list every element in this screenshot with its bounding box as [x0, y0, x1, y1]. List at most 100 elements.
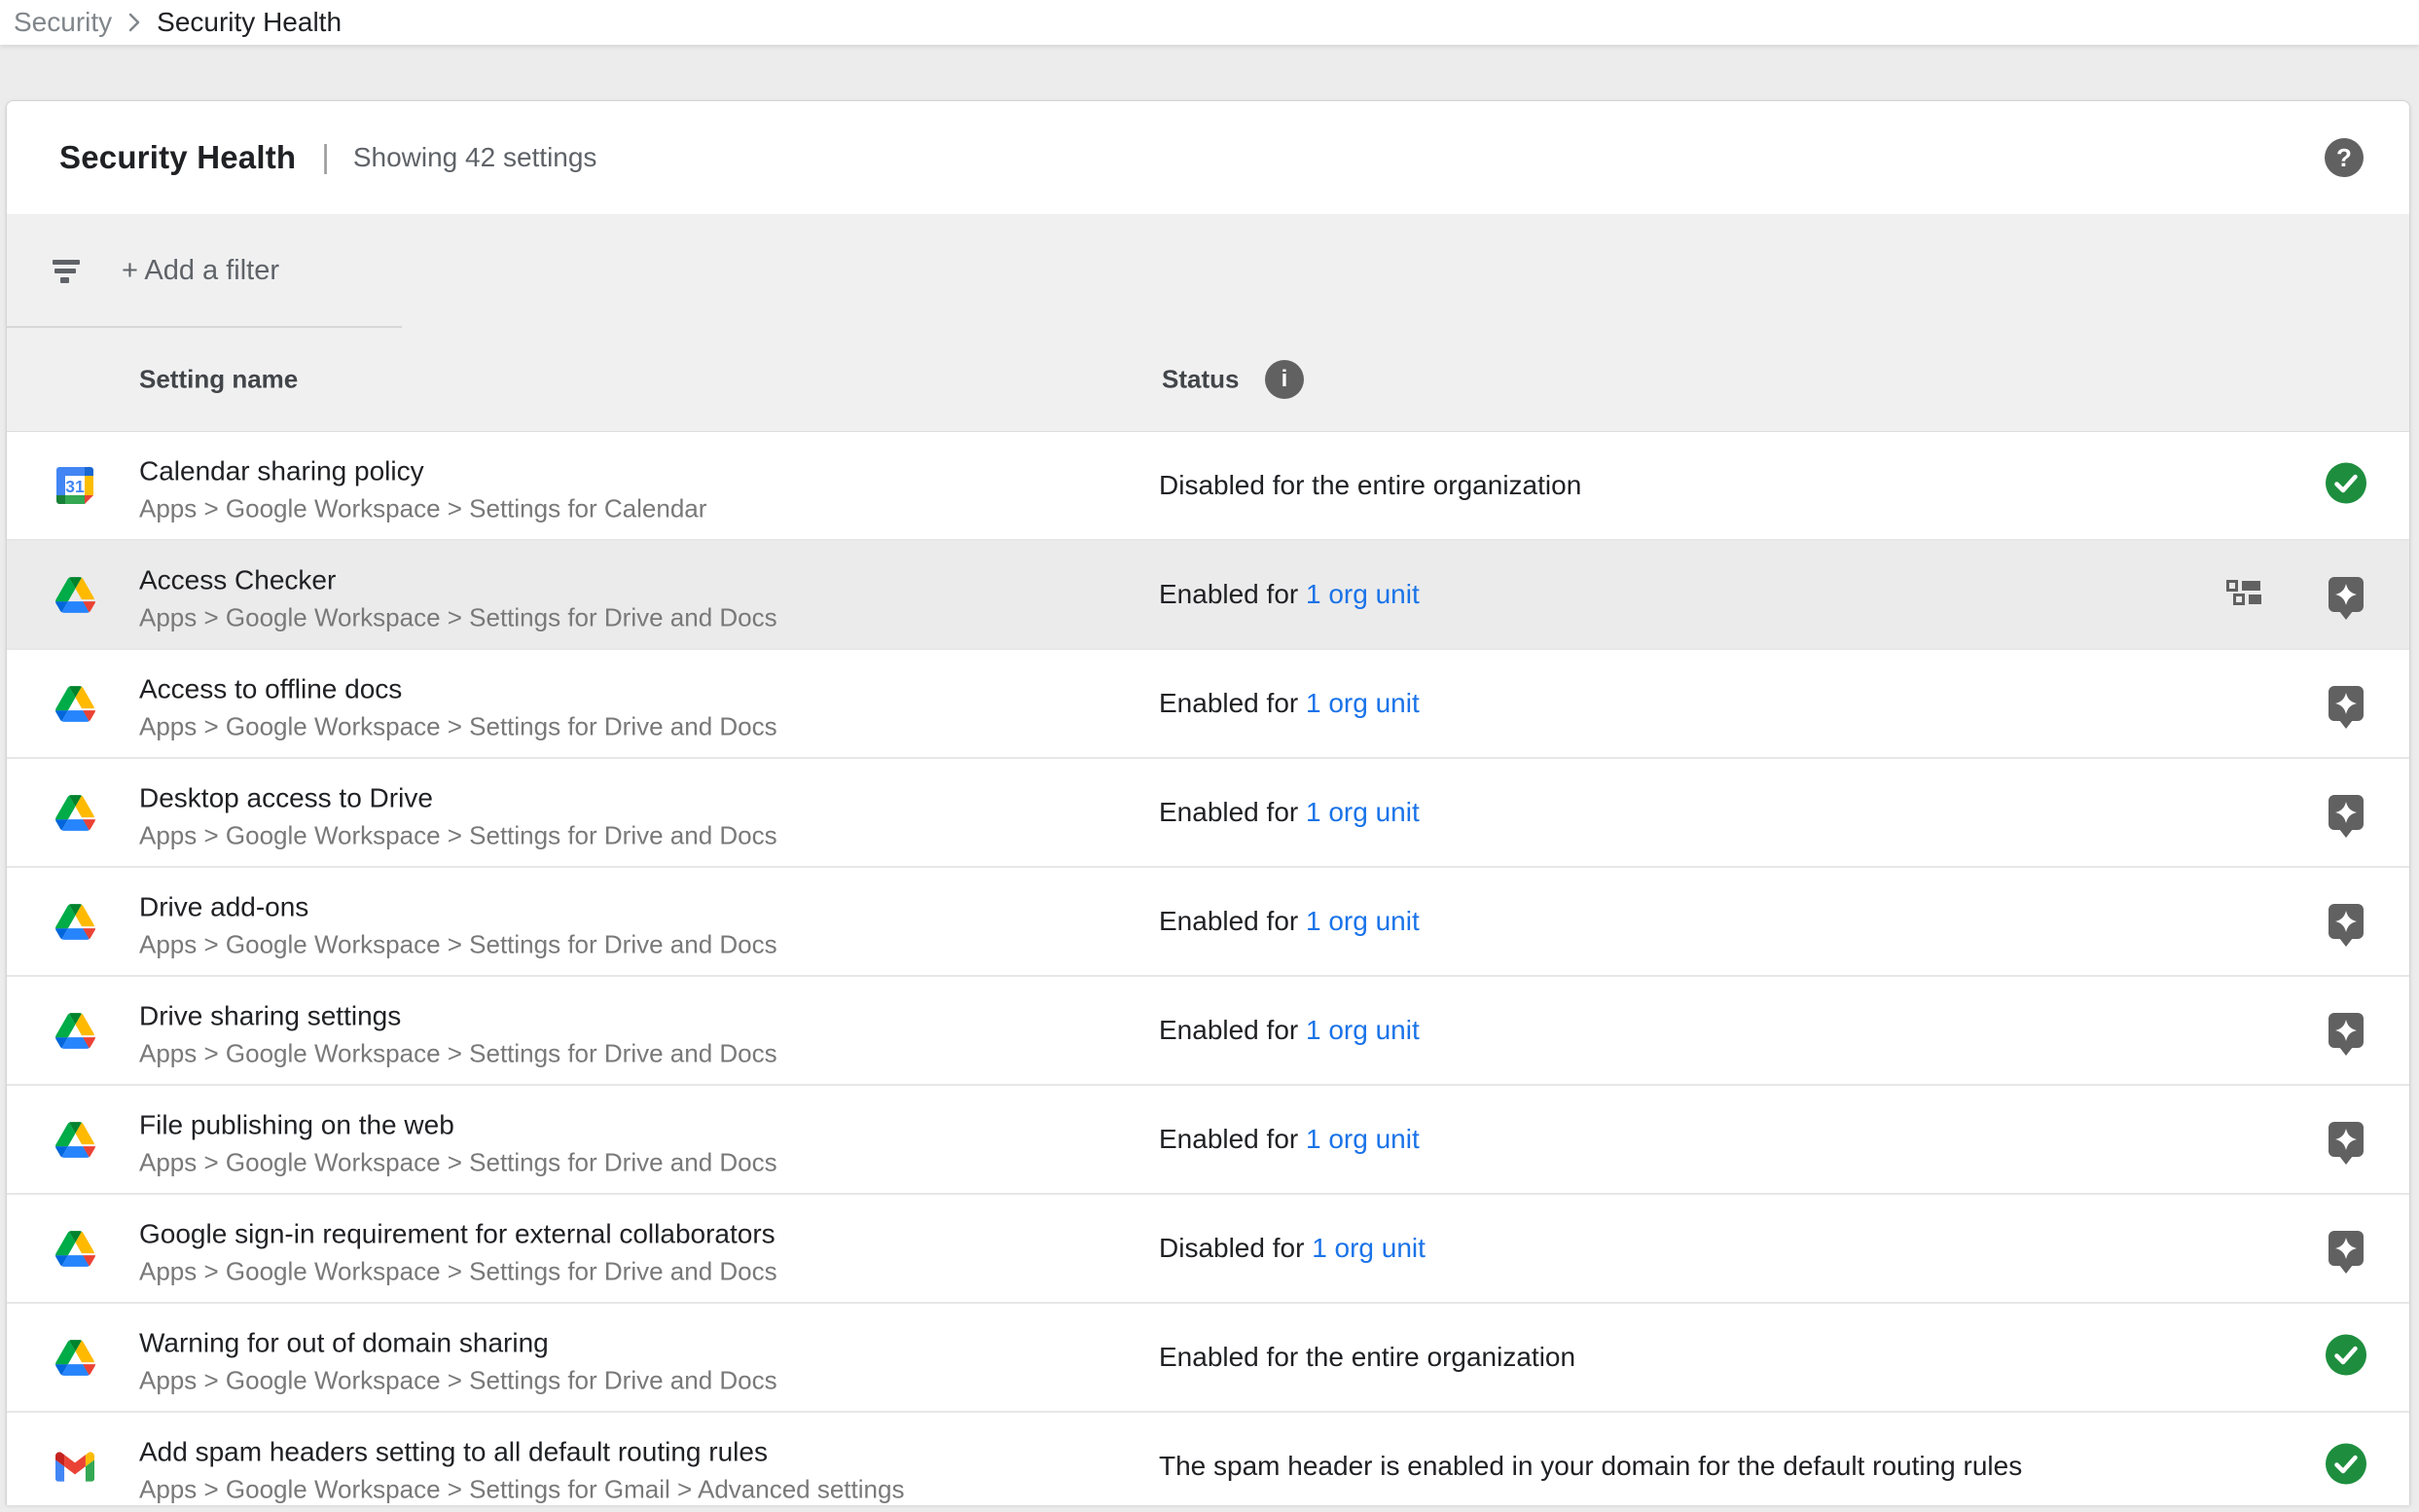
setting-info: Access Checker Apps > Google Workspace >… [139, 561, 777, 636]
setting-info: Access to offline docs Apps > Google Wor… [139, 670, 777, 745]
chevron-right-icon [127, 12, 141, 33]
settings-count: Showing 42 settings [353, 142, 597, 173]
page-title: Security Health [59, 139, 296, 176]
setting-name: Access to offline docs [139, 670, 777, 709]
gmail-icon [55, 1452, 94, 1482]
table-row[interactable]: 31 Add spam headers setting to all [7, 1413, 2409, 1505]
setting-info: Drive add-ons Apps > Google Workspace > … [139, 888, 777, 963]
recommendation-badge-icon[interactable] [2329, 1122, 2364, 1170]
column-status: Status [1162, 364, 1239, 394]
status-ok-icon [2326, 463, 2366, 509]
org-unit-link[interactable]: 1 org unit [1306, 688, 1420, 718]
status-cell: Enabled for the entire organization [1159, 1342, 1575, 1373]
app-icon: 31 [54, 1446, 95, 1487]
setting-path: Apps > Google Workspace > Settings for D… [139, 1363, 777, 1399]
recommendation-badge-icon[interactable] [2329, 904, 2364, 953]
status-cell: Enabled for 1 org unit [1159, 797, 1420, 828]
add-filter-button[interactable]: + Add a filter [7, 214, 2409, 328]
drive-icon [55, 1013, 95, 1049]
status-text: Enabled for [1159, 579, 1298, 609]
filter-icon [52, 258, 83, 285]
setting-name: Access Checker [139, 561, 777, 600]
table-row[interactable]: 31 Drive sharing settings App [7, 977, 2409, 1086]
status-text: Enabled for [1159, 688, 1298, 718]
org-units-icon [2225, 578, 2264, 611]
info-icon: i [1282, 366, 1288, 393]
setting-name: Desktop access to Drive [139, 779, 777, 818]
org-unit-link[interactable]: 1 org unit [1312, 1233, 1426, 1263]
status-cell: Disabled for the entire organization [1159, 470, 1581, 501]
app-icon: 31 [54, 465, 95, 506]
table-row[interactable]: 31 Drive add-ons Apps > Googl [7, 868, 2409, 977]
app-icon: 31 [54, 574, 95, 615]
setting-path: Apps > Google Workspace > Settings for D… [139, 709, 777, 745]
status-text: The spam header is enabled in your domai… [1159, 1451, 2022, 1481]
app-icon: 31 [54, 683, 95, 724]
setting-name: Add spam headers setting to all default … [139, 1433, 904, 1472]
breadcrumb-item-security-health: Security Health [157, 7, 342, 38]
status-cell: Disabled for 1 org unit [1159, 1233, 1426, 1264]
status-text: Disabled for the entire organization [1159, 470, 1581, 500]
setting-info: File publishing on the web Apps > Google… [139, 1106, 777, 1181]
breadcrumb-item-security[interactable]: Security [14, 7, 112, 38]
drive-icon [55, 904, 95, 940]
app-icon: 31 [54, 901, 95, 942]
setting-name: Drive add-ons [139, 888, 777, 927]
settings-table-body: 31 Calendar sharing policy Ap [7, 432, 2409, 1505]
recommendation-badge-icon[interactable] [2329, 1013, 2364, 1062]
status-ok-icon [2326, 1335, 2366, 1381]
status-cell: Enabled for 1 org unit [1159, 1124, 1420, 1155]
status-info-button[interactable]: i [1265, 360, 1304, 399]
setting-name: File publishing on the web [139, 1106, 777, 1145]
calendar-icon: 31 [56, 467, 93, 504]
org-unit-link[interactable]: 1 org unit [1306, 1124, 1420, 1154]
org-unit-link[interactable]: 1 org unit [1306, 797, 1420, 827]
card-header: Security Health | Showing 42 settings ? [7, 101, 2409, 214]
status-text: Enabled for [1159, 906, 1298, 936]
recommendation-badge-icon[interactable] [2329, 1231, 2364, 1279]
recommendation-badge-icon[interactable] [2329, 577, 2364, 626]
status-cell: The spam header is enabled in your domai… [1159, 1451, 2022, 1482]
app-icon: 31 [54, 1228, 95, 1269]
setting-info: Add spam headers setting to all default … [139, 1433, 904, 1506]
setting-info: Drive sharing settings Apps > Google Wor… [139, 997, 777, 1072]
table-row[interactable]: 31 Warning for out of domain sharin [7, 1304, 2409, 1413]
title-divider: | [321, 138, 330, 175]
setting-info: Desktop access to Drive Apps > Google Wo… [139, 779, 777, 854]
org-unit-link[interactable]: 1 org unit [1306, 579, 1420, 609]
recommendation-badge-icon[interactable] [2329, 795, 2364, 844]
column-setting-name: Setting name [139, 364, 298, 394]
drive-icon [55, 577, 95, 613]
table-row[interactable]: 31 Google sign-in requirement for e [7, 1195, 2409, 1304]
setting-path: Apps > Google Workspace > Settings for D… [139, 600, 777, 636]
app-icon: 31 [54, 1010, 95, 1051]
security-health-card: Security Health | Showing 42 settings ? … [6, 100, 2410, 1505]
svg-text:31: 31 [65, 477, 85, 496]
drive-icon [55, 795, 95, 831]
drive-icon [55, 1231, 95, 1267]
drive-icon [55, 686, 95, 722]
table-row[interactable]: 31 Desktop access to Drive Ap [7, 759, 2409, 868]
table-row[interactable]: 31 Access to offline docs App [7, 650, 2409, 759]
status-text: Disabled for [1159, 1233, 1304, 1263]
status-cell: Enabled for 1 org unit [1159, 688, 1420, 719]
table-row[interactable]: 31 Calendar sharing policy Ap [7, 432, 2409, 541]
recommendation-badge-icon[interactable] [2329, 686, 2364, 735]
org-unit-link[interactable]: 1 org unit [1306, 906, 1420, 936]
org-unit-link[interactable]: 1 org unit [1306, 1015, 1420, 1045]
setting-name: Drive sharing settings [139, 997, 777, 1036]
filter-and-header-band: + Add a filter Setting name Status i [7, 214, 2409, 432]
status-text: Enabled for the entire organization [1159, 1342, 1575, 1372]
status-cell: Enabled for 1 org unit [1159, 906, 1420, 937]
status-cell: Enabled for 1 org unit [1159, 579, 1420, 610]
app-icon: 31 [54, 1119, 95, 1160]
status-cell: Enabled for 1 org unit [1159, 1015, 1420, 1046]
app-icon: 31 [54, 1337, 95, 1378]
setting-path: Apps > Google Workspace > Settings for G… [139, 1472, 904, 1506]
setting-info: Google sign-in requirement for external … [139, 1215, 777, 1290]
table-row[interactable]: 31 File publishing on the web [7, 1086, 2409, 1195]
help-button[interactable]: ? [2325, 138, 2364, 177]
status-text: Enabled for [1159, 797, 1298, 827]
table-header: Setting name Status i [7, 328, 2409, 430]
table-row[interactable]: 31 Access Checker Apps > Goog [7, 541, 2409, 650]
